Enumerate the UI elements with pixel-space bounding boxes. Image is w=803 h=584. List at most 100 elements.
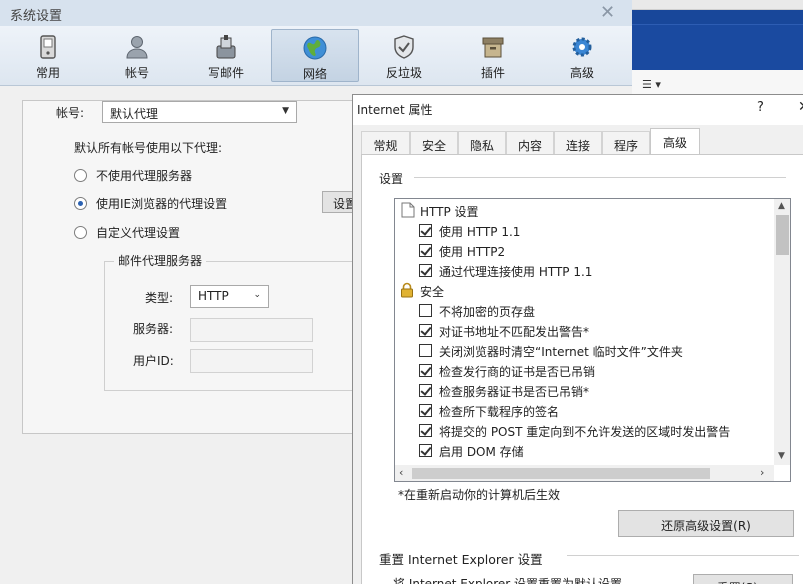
restore-advanced-button[interactable]: 还原高级设置(R): [618, 510, 794, 537]
scrollbar-thumb[interactable]: [412, 468, 710, 479]
dialog-title: Internet 属性: [357, 103, 433, 117]
tab-programs[interactable]: 程序: [602, 131, 650, 155]
chevron-down-icon: ▼: [282, 106, 289, 116]
tab-write-mail[interactable]: 写邮件: [182, 29, 270, 82]
tab-advanced[interactable]: 高级: [538, 29, 626, 82]
tab-label: 网络: [302, 67, 327, 81]
radio-no-proxy-label[interactable]: 不使用代理服务器: [96, 167, 192, 184]
checkbox[interactable]: [419, 244, 432, 257]
tab-connections[interactable]: 连接: [554, 131, 602, 155]
gear-icon: [572, 37, 592, 57]
tab-content[interactable]: 内容: [506, 131, 554, 155]
checkbox[interactable]: [419, 364, 432, 377]
scroll-left-icon[interactable]: ‹: [399, 466, 403, 479]
reset-description: 将 Internet Explorer 设置重置为默认设置。: [393, 577, 635, 584]
tab-label: 高级: [569, 66, 594, 80]
proxy-description: 默认所有帐号使用以下代理:: [74, 141, 223, 155]
vertical-scrollbar[interactable]: ▲ ▼: [774, 199, 790, 465]
account-select[interactable]: 默认代理 ▼: [102, 101, 297, 123]
proxy-type-select[interactable]: HTTP ⌄: [190, 285, 269, 308]
scroll-up-icon[interactable]: ▲: [778, 201, 785, 211]
account-label: 帐号:: [56, 106, 85, 120]
background-window-strip: [632, 0, 803, 10]
list-item[interactable]: 使用 HTTP2: [395, 241, 775, 261]
tab-plugins[interactable]: 插件: [449, 29, 537, 82]
checkbox[interactable]: [419, 424, 432, 437]
internet-properties-dialog: Internet 属性 ? ✕ 常规 安全 隐私 内容 连接 程序 高级 设置 …: [352, 94, 803, 584]
settings-separator: [414, 177, 786, 178]
list-item[interactable]: 关闭浏览器时清空“Internet 临时文件”文件夹: [395, 341, 775, 361]
mail-proxy-group-title: 邮件代理服务器: [114, 252, 207, 269]
scrollbar-thumb[interactable]: [776, 215, 789, 255]
restart-note: *在重新启动你的计算机后生效: [398, 488, 561, 502]
list-item[interactable]: 检查所下载程序的签名: [395, 401, 775, 421]
radio-custom-proxy-label[interactable]: 自定义代理设置: [96, 224, 180, 241]
horizontal-scrollbar[interactable]: ‹ ›: [395, 465, 774, 481]
phone-icon: [40, 35, 56, 59]
list-group-http: HTTP 设置: [395, 201, 775, 221]
dialog-tabs: 常规 安全 隐私 内容 连接 程序 高级: [361, 128, 803, 156]
tab-advanced[interactable]: 高级: [650, 128, 700, 156]
dialog-title-bar: Internet 属性 ? ✕: [353, 95, 803, 125]
list-item[interactable]: 对证书地址不匹配发出警告*: [395, 321, 775, 341]
radio-no-proxy[interactable]: [74, 169, 87, 182]
checkbox[interactable]: [419, 224, 432, 237]
checkbox[interactable]: [419, 444, 432, 457]
advanced-tab-page: 设置 HTTP 设置 使用 HTTP 1.1 使用 HTTP2 通过代理连接使用…: [361, 154, 803, 584]
tab-general[interactable]: 常用: [4, 29, 92, 82]
list-item[interactable]: 通过代理连接使用 HTTP 1.1: [395, 261, 775, 281]
tab-label: 帐号: [124, 66, 149, 80]
help-button[interactable]: ?: [757, 100, 764, 115]
tab-security[interactable]: 安全: [410, 131, 458, 155]
list-format-icon[interactable]: ☰ ▾: [642, 78, 661, 91]
radio-custom-proxy[interactable]: [74, 226, 87, 239]
title-bar: 系统设置 ✕: [0, 0, 632, 26]
settings-toolbar: 常用 帐号 写邮件 网络 反垃圾 插件 高级: [0, 26, 632, 86]
type-label: 类型:: [145, 291, 174, 305]
document-icon: [401, 202, 415, 218]
settings-label: 设置: [379, 172, 404, 186]
checkbox[interactable]: [419, 324, 432, 337]
server-input[interactable]: [190, 318, 313, 342]
checkbox[interactable]: [419, 264, 432, 277]
write-mail-icon: [216, 35, 236, 59]
account-select-value: 默认代理: [110, 107, 159, 121]
shield-icon: [394, 35, 414, 59]
list-item[interactable]: 检查发行商的证书是否已吊销: [395, 361, 775, 381]
tab-privacy[interactable]: 隐私: [458, 131, 506, 155]
reset-section-title: 重置 Internet Explorer 设置: [379, 552, 543, 567]
list-item[interactable]: 检查服务器证书是否已吊销*: [395, 381, 775, 401]
background-window-header: [632, 10, 803, 70]
tab-general[interactable]: 常规: [361, 131, 410, 155]
list-item[interactable]: 将提交的 POST 重定向到不允许发送的区域时发出警告: [395, 421, 775, 441]
tab-label: 写邮件: [207, 66, 244, 80]
tab-anti-spam[interactable]: 反垃圾: [360, 29, 448, 82]
globe-icon: [303, 36, 327, 60]
checkbox[interactable]: [419, 384, 432, 397]
user-icon: [126, 36, 148, 59]
list-item[interactable]: 启用 DOM 存储: [395, 441, 775, 461]
radio-ie-proxy-label[interactable]: 使用IE浏览器的代理设置: [96, 195, 227, 212]
reset-separator: [567, 555, 799, 556]
list-item[interactable]: 使用 HTTP 1.1: [395, 221, 775, 241]
scroll-down-icon[interactable]: ▼: [778, 451, 785, 461]
close-icon[interactable]: ✕: [798, 99, 803, 115]
tab-network[interactable]: 网络: [271, 29, 359, 82]
proxy-type-value: HTTP: [198, 289, 229, 303]
checkbox[interactable]: [419, 344, 432, 357]
radio-ie-proxy[interactable]: [74, 197, 87, 210]
advanced-settings-list: HTTP 设置 使用 HTTP 1.1 使用 HTTP2 通过代理连接使用 HT…: [394, 198, 791, 482]
list-item[interactable]: 不将加密的页存盘: [395, 301, 775, 321]
reset-button[interactable]: 重置(S)...: [693, 574, 793, 584]
checkbox[interactable]: [419, 404, 432, 417]
close-icon[interactable]: ✕: [600, 2, 615, 23]
server-label: 服务器:: [133, 322, 174, 336]
checkbox[interactable]: [419, 304, 432, 317]
chevron-down-icon: ⌄: [253, 290, 261, 300]
window-title: 系统设置: [10, 9, 63, 24]
tab-label: 插件: [480, 66, 505, 80]
userid-input[interactable]: [190, 349, 313, 373]
tab-account[interactable]: 帐号: [93, 29, 181, 82]
scroll-right-icon[interactable]: ›: [760, 466, 764, 479]
plugin-box-icon: [482, 37, 504, 58]
